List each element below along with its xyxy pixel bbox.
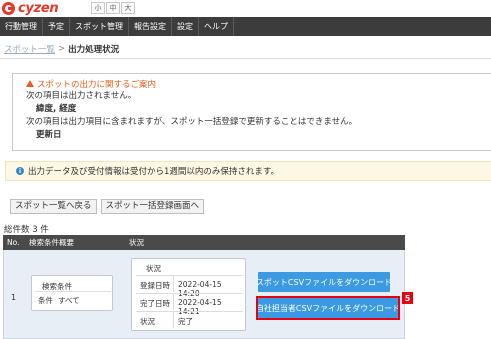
state-label: 状況 [140,317,155,326]
status-divider [173,276,174,292]
status-title: 状況 [146,264,161,273]
completed-label: 完了日時 [140,299,170,308]
condition-value: すべて [58,296,80,305]
status-row-completed: 完了日時 2022-04-15 14:21 [136,293,243,316]
breadcrumb-divider [0,58,491,59]
notice-line-not-updatable: 次の項目は出力項目に含まれますが、スポット一括登録で更新することはできません。 [26,117,358,127]
status-divider [173,294,174,310]
nav-item-spot-management[interactable]: スポット管理 [70,17,129,36]
page-title: 出力処理状況 [68,45,120,55]
notice-title-text: スポットの出力に関するご案内 [37,79,157,90]
condition-divider [35,291,111,292]
font-size-small-button[interactable]: 小 [91,2,105,14]
export-notice-box: スポットの出力に関するご案内 次の項目は出力されません。 緯度, 経度 次の項目… [12,73,491,151]
top-bar: cyzen 小 中 大 [0,0,491,17]
search-condition-box: 検索条件 条件 すべて [31,275,113,311]
status-row-registered: 登録日時 2022-04-15 14:20 [136,275,243,298]
row-number: 1 [11,293,17,302]
retention-info-text: 出力データ及び受付情報は受付から1週間以内のみ保持されます。 [28,167,280,177]
notice-title: スポットの出力に関するご案内 [26,78,491,90]
column-header-search-summary: 検索条件概要 [29,238,74,247]
nav-item-report-settings[interactable]: 報告設定 [129,17,172,36]
logo-text: cyzen [18,0,59,16]
action-buttons: スポット一覧へ戻る スポット一括登録画面へ [10,199,208,214]
nav-item-help[interactable]: ヘルプ [199,17,234,36]
back-to-spot-list-button[interactable]: スポット一覧へ戻る [10,199,97,214]
retention-info-bar: i 出力データ及び受付情報は受付から1週間以内のみ保持されます。 [5,161,491,181]
status-row-state: 状況 完了 [136,311,243,328]
total-count: 総件数 3 件 [4,225,49,235]
notice-item-updated-date: 更新日 [36,130,62,140]
nav-item-activity[interactable]: 行動管理 [0,17,43,36]
state-value: 完了 [178,317,193,326]
nav-item-settings[interactable]: 設定 [172,17,199,36]
info-icon: i [16,167,24,175]
annotation-highlight-frame [256,296,400,320]
breadcrumb: スポット一覧 > 出力処理状況 [4,43,119,55]
nav-item-schedule[interactable]: 予定 [43,17,70,36]
breadcrumb-spot-list-link[interactable]: スポット一覧 [4,43,55,55]
annotation-step-badge: 5 [402,292,413,304]
notice-item-lat-lng: 緯度, 経度 [36,104,77,114]
logo[interactable]: cyzen [2,0,59,16]
font-size-medium-button[interactable]: 中 [106,2,120,14]
font-size-switcher: 小 中 大 [91,2,136,14]
table-header: No. 検索条件概要 状況 [3,235,405,250]
column-header-status: 状況 [129,238,144,247]
table-row: 1 検索条件 条件 すべて 状況 登録日時 2022-04-15 14:20 完… [3,250,413,339]
column-header-no: No. [7,238,20,247]
registered-label: 登録日時 [140,281,170,290]
condition-key: 条件 [38,296,53,305]
main-nav: 行動管理 予定 スポット管理 報告設定 設定 ヘルプ [0,17,491,36]
status-box: 状況 登録日時 2022-04-15 14:20 完了日時 2022-04-15… [131,258,246,331]
breadcrumb-separator: > [58,44,66,54]
warning-icon [26,80,34,87]
notice-line-not-exported: 次の項目は出力されません。 [26,91,137,101]
download-spot-csv-button[interactable]: スポットCSVファイルをダウンロード [256,272,392,292]
to-bulk-register-button[interactable]: スポット一括登録画面へ [100,199,205,214]
status-divider [173,312,174,328]
font-size-large-button[interactable]: 大 [121,2,135,14]
logo-mark-icon [2,1,15,15]
